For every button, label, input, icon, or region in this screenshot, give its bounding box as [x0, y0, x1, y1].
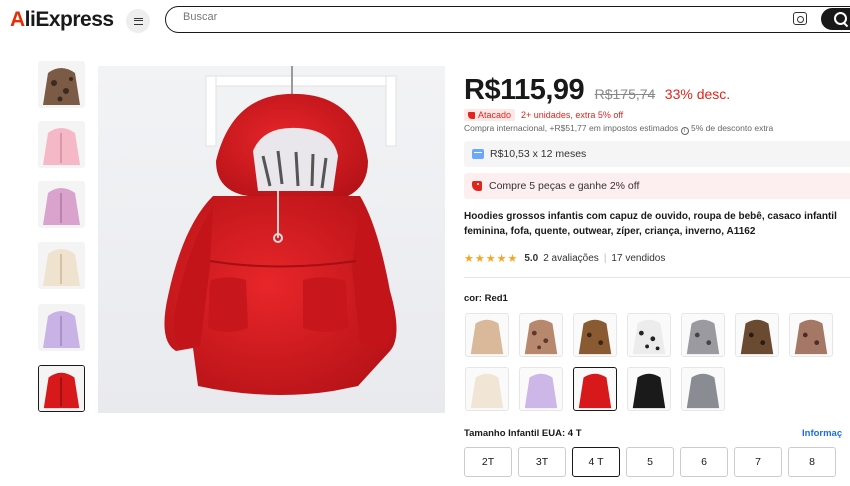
tax-discount-text: 5% de desconto extra: [691, 123, 774, 133]
sold-count: 17 vendidos: [611, 253, 666, 264]
search-input[interactable]: [183, 11, 763, 23]
divider: [464, 277, 850, 278]
thumbnail-leopard[interactable]: [38, 61, 85, 108]
color-swatch-grey-leopard[interactable]: [681, 313, 725, 357]
thumbnail-lilac[interactable]: [38, 181, 85, 228]
star-rating-icon: ★★★★★: [464, 253, 519, 265]
tag-icon: [468, 111, 475, 119]
camera-search-icon[interactable]: [793, 12, 807, 25]
thumbnail-pink[interactable]: [38, 121, 85, 168]
size-option-5[interactable]: 5: [626, 447, 674, 477]
logo-rest: liExpress: [24, 8, 114, 31]
size-label: Tamanho Infantil EUA: 4 T: [464, 428, 582, 439]
tax-text: Compra internacional, +R$51,77 em impost…: [464, 123, 679, 133]
search-button[interactable]: [821, 8, 850, 30]
color-swatch-grey[interactable]: [681, 367, 725, 411]
tag-icon: [472, 181, 482, 191]
card-icon: [472, 149, 484, 159]
size-info-link[interactable]: Informaç: [802, 428, 842, 439]
rating-score: 5.0: [524, 253, 539, 264]
size-option-2t[interactable]: 2T: [464, 447, 512, 477]
color-swatch-dalmatian[interactable]: [627, 313, 671, 357]
color-swatch-leopard-pink[interactable]: [519, 313, 563, 357]
menu-icon[interactable]: [126, 9, 150, 33]
product-title: Hoodies grossos infantis com capuz de ou…: [464, 209, 850, 239]
color-swatch-beige[interactable]: [465, 367, 509, 411]
size-option-7[interactable]: 7: [734, 447, 782, 477]
color-swatch-purple[interactable]: [519, 367, 563, 411]
current-price: R$115,99: [464, 74, 585, 106]
wholesale-badge-label: Atacado: [478, 110, 512, 120]
wholesale-promo: Atacado 2+ unidades, extra 5% off: [464, 109, 623, 121]
search-bar: [165, 6, 850, 33]
header: AliExpress: [0, 0, 850, 40]
discount-label: 33% desc.: [664, 86, 731, 102]
product-title-line1: Hoodies grossos infantis com capuz de ou…: [464, 211, 837, 222]
size-option-8[interactable]: 8: [788, 447, 836, 477]
installment-box[interactable]: R$10,53 x 12 meses: [464, 141, 850, 167]
wholesale-promo-text: 2+ unidades, extra 5% off: [521, 110, 624, 120]
thumbnail-purple[interactable]: [38, 304, 85, 351]
color-swatch-khaki[interactable]: [465, 313, 509, 357]
color-swatch-pink-leopard[interactable]: [789, 313, 833, 357]
color-swatch-brown-leopard[interactable]: [735, 313, 779, 357]
thumbnail-red[interactable]: [38, 365, 85, 412]
color-swatch-black[interactable]: [627, 367, 671, 411]
rating-row: ★★★★★ 5.0 2 avaliações | 17 vendidos: [464, 252, 665, 265]
bundle-deal-box[interactable]: Compre 5 peças e ganhe 2% off: [464, 173, 850, 199]
separator: |: [603, 253, 607, 264]
color-swatch-red[interactable]: [573, 367, 617, 411]
thumbnail-beige[interactable]: [38, 242, 85, 289]
size-option-3t[interactable]: 3T: [518, 447, 566, 477]
size-option-6[interactable]: 6: [680, 447, 728, 477]
main-product-image[interactable]: [98, 66, 445, 413]
installment-text: R$10,53 x 12 meses: [490, 148, 587, 160]
wholesale-badge: Atacado: [464, 109, 516, 121]
size-option-4t[interactable]: 4 T: [572, 447, 620, 477]
color-label: cor: Red1: [464, 293, 508, 304]
price-row: R$115,99 R$175,74 33% desc.: [464, 74, 730, 107]
reviews-link[interactable]: 2 avaliações: [543, 253, 599, 264]
aliexpress-logo[interactable]: AliExpress: [10, 8, 114, 32]
product-title-line2: feminina, fofa, quente, outwear, zíper, …: [464, 226, 756, 237]
original-price: R$175,74: [594, 86, 656, 102]
tax-info: Compra internacional, +R$51,77 em impost…: [464, 123, 773, 135]
bundle-deal-text: Compre 5 peças e ganhe 2% off: [489, 180, 640, 192]
color-swatch-leopard-brown[interactable]: [573, 313, 617, 357]
info-icon[interactable]: i: [680, 127, 689, 135]
